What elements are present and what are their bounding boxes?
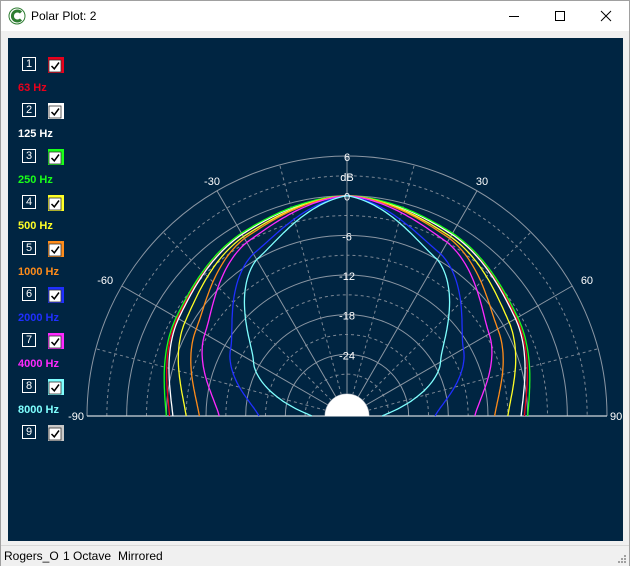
legend-number: 7 (22, 333, 36, 347)
grid-spoke (365, 285, 573, 406)
radial-tick-label: 6 (344, 152, 350, 164)
radial-tick-label: -6 (342, 231, 352, 243)
angle-tick-label: 30 (476, 176, 488, 188)
series-visibility-checkbox[interactable] (48, 287, 64, 303)
window-title: Polar Plot: 2 (31, 9, 97, 23)
status-name: Rogers_O (4, 549, 59, 563)
series-visibility-checkbox[interactable] (48, 103, 64, 119)
legend-number: 2 (22, 103, 36, 117)
radial-tick-label: -24 (339, 350, 355, 362)
legend-label: 1000 Hz (18, 266, 59, 278)
polar-chart: 60-6-12-18-24dB-90-60-30 306090 (68, 152, 622, 423)
radial-tick-label: 0 (344, 192, 350, 204)
grid-spoke (121, 285, 329, 406)
legend-number: 8 (22, 379, 36, 393)
legend-number: 3 (22, 149, 36, 163)
series-visibility-checkbox[interactable] (48, 195, 64, 211)
series-visibility-checkbox[interactable] (48, 57, 64, 73)
close-icon (600, 10, 612, 22)
angle-tick-label: 60 (581, 275, 593, 287)
angle-tick-label: -90 (68, 411, 84, 423)
legend-label: 63 Hz (18, 82, 47, 94)
legend-number: 9 (22, 425, 36, 439)
legend-item-1: 1 (22, 57, 82, 73)
series-visibility-checkbox[interactable] (48, 425, 64, 441)
legend-item-5: 5 (22, 241, 82, 257)
legend-label: 500 Hz (18, 220, 53, 232)
legend-number: 6 (22, 287, 36, 301)
angle-tick-label: -60 (97, 275, 113, 287)
series-visibility-checkbox[interactable] (48, 379, 64, 395)
series-visibility-checkbox[interactable] (48, 333, 64, 349)
unit-label: dB (340, 172, 353, 184)
legend-label: 8000 Hz (18, 404, 59, 416)
series-visibility-checkbox[interactable] (48, 241, 64, 257)
legend-number: 5 (22, 241, 36, 255)
legend-label: 2000 Hz (18, 312, 59, 324)
close-button[interactable] (583, 1, 629, 31)
app-c-icon (8, 7, 26, 25)
resize-grip-icon[interactable] (617, 554, 627, 564)
radial-tick-label: -12 (339, 271, 355, 283)
legend-item-9: 9 (22, 425, 82, 441)
legend-label: 125 Hz (18, 128, 53, 140)
legend-item-7: 7 (22, 333, 82, 349)
angle-tick-label: 90 (610, 411, 622, 423)
center-hub (325, 394, 369, 416)
radial-tick-label: -18 (339, 311, 355, 323)
legend-item-6: 6 (22, 287, 82, 303)
legend-item-8: 8 (22, 379, 82, 395)
minimize-icon (509, 16, 519, 17)
legend-item-4: 4 (22, 195, 82, 211)
status-bar: Rogers_O 1 Octave Mirrored (1, 545, 629, 566)
minimize-button[interactable] (491, 1, 537, 31)
status-bandwidth: 1 Octave (63, 549, 112, 563)
maximize-button[interactable] (537, 1, 583, 31)
series-visibility-checkbox[interactable] (48, 149, 64, 165)
title-bar[interactable]: Polar Plot: 2 (1, 1, 629, 31)
polar-plot-window: Polar Plot: 2 6 0 -6 -12 -18 -24 dB -90 -60 -30 30… (0, 0, 630, 566)
legend-item-2: 2 (22, 103, 82, 119)
legend-number: 1 (22, 57, 36, 71)
status-mode: Mirrored (118, 549, 163, 563)
angle-tick-label: -30 (204, 176, 220, 188)
legend-item-3: 3 (22, 149, 82, 165)
maximize-icon (555, 11, 565, 21)
legend-number: 4 (22, 195, 36, 209)
legend-label: 4000 Hz (18, 358, 59, 370)
legend-label: 250 Hz (18, 174, 53, 186)
plot-area[interactable]: 6 0 -6 -12 -18 -24 dB -90 -60 -30 30 60 90 1 63 Hz 2 12… (8, 38, 623, 541)
